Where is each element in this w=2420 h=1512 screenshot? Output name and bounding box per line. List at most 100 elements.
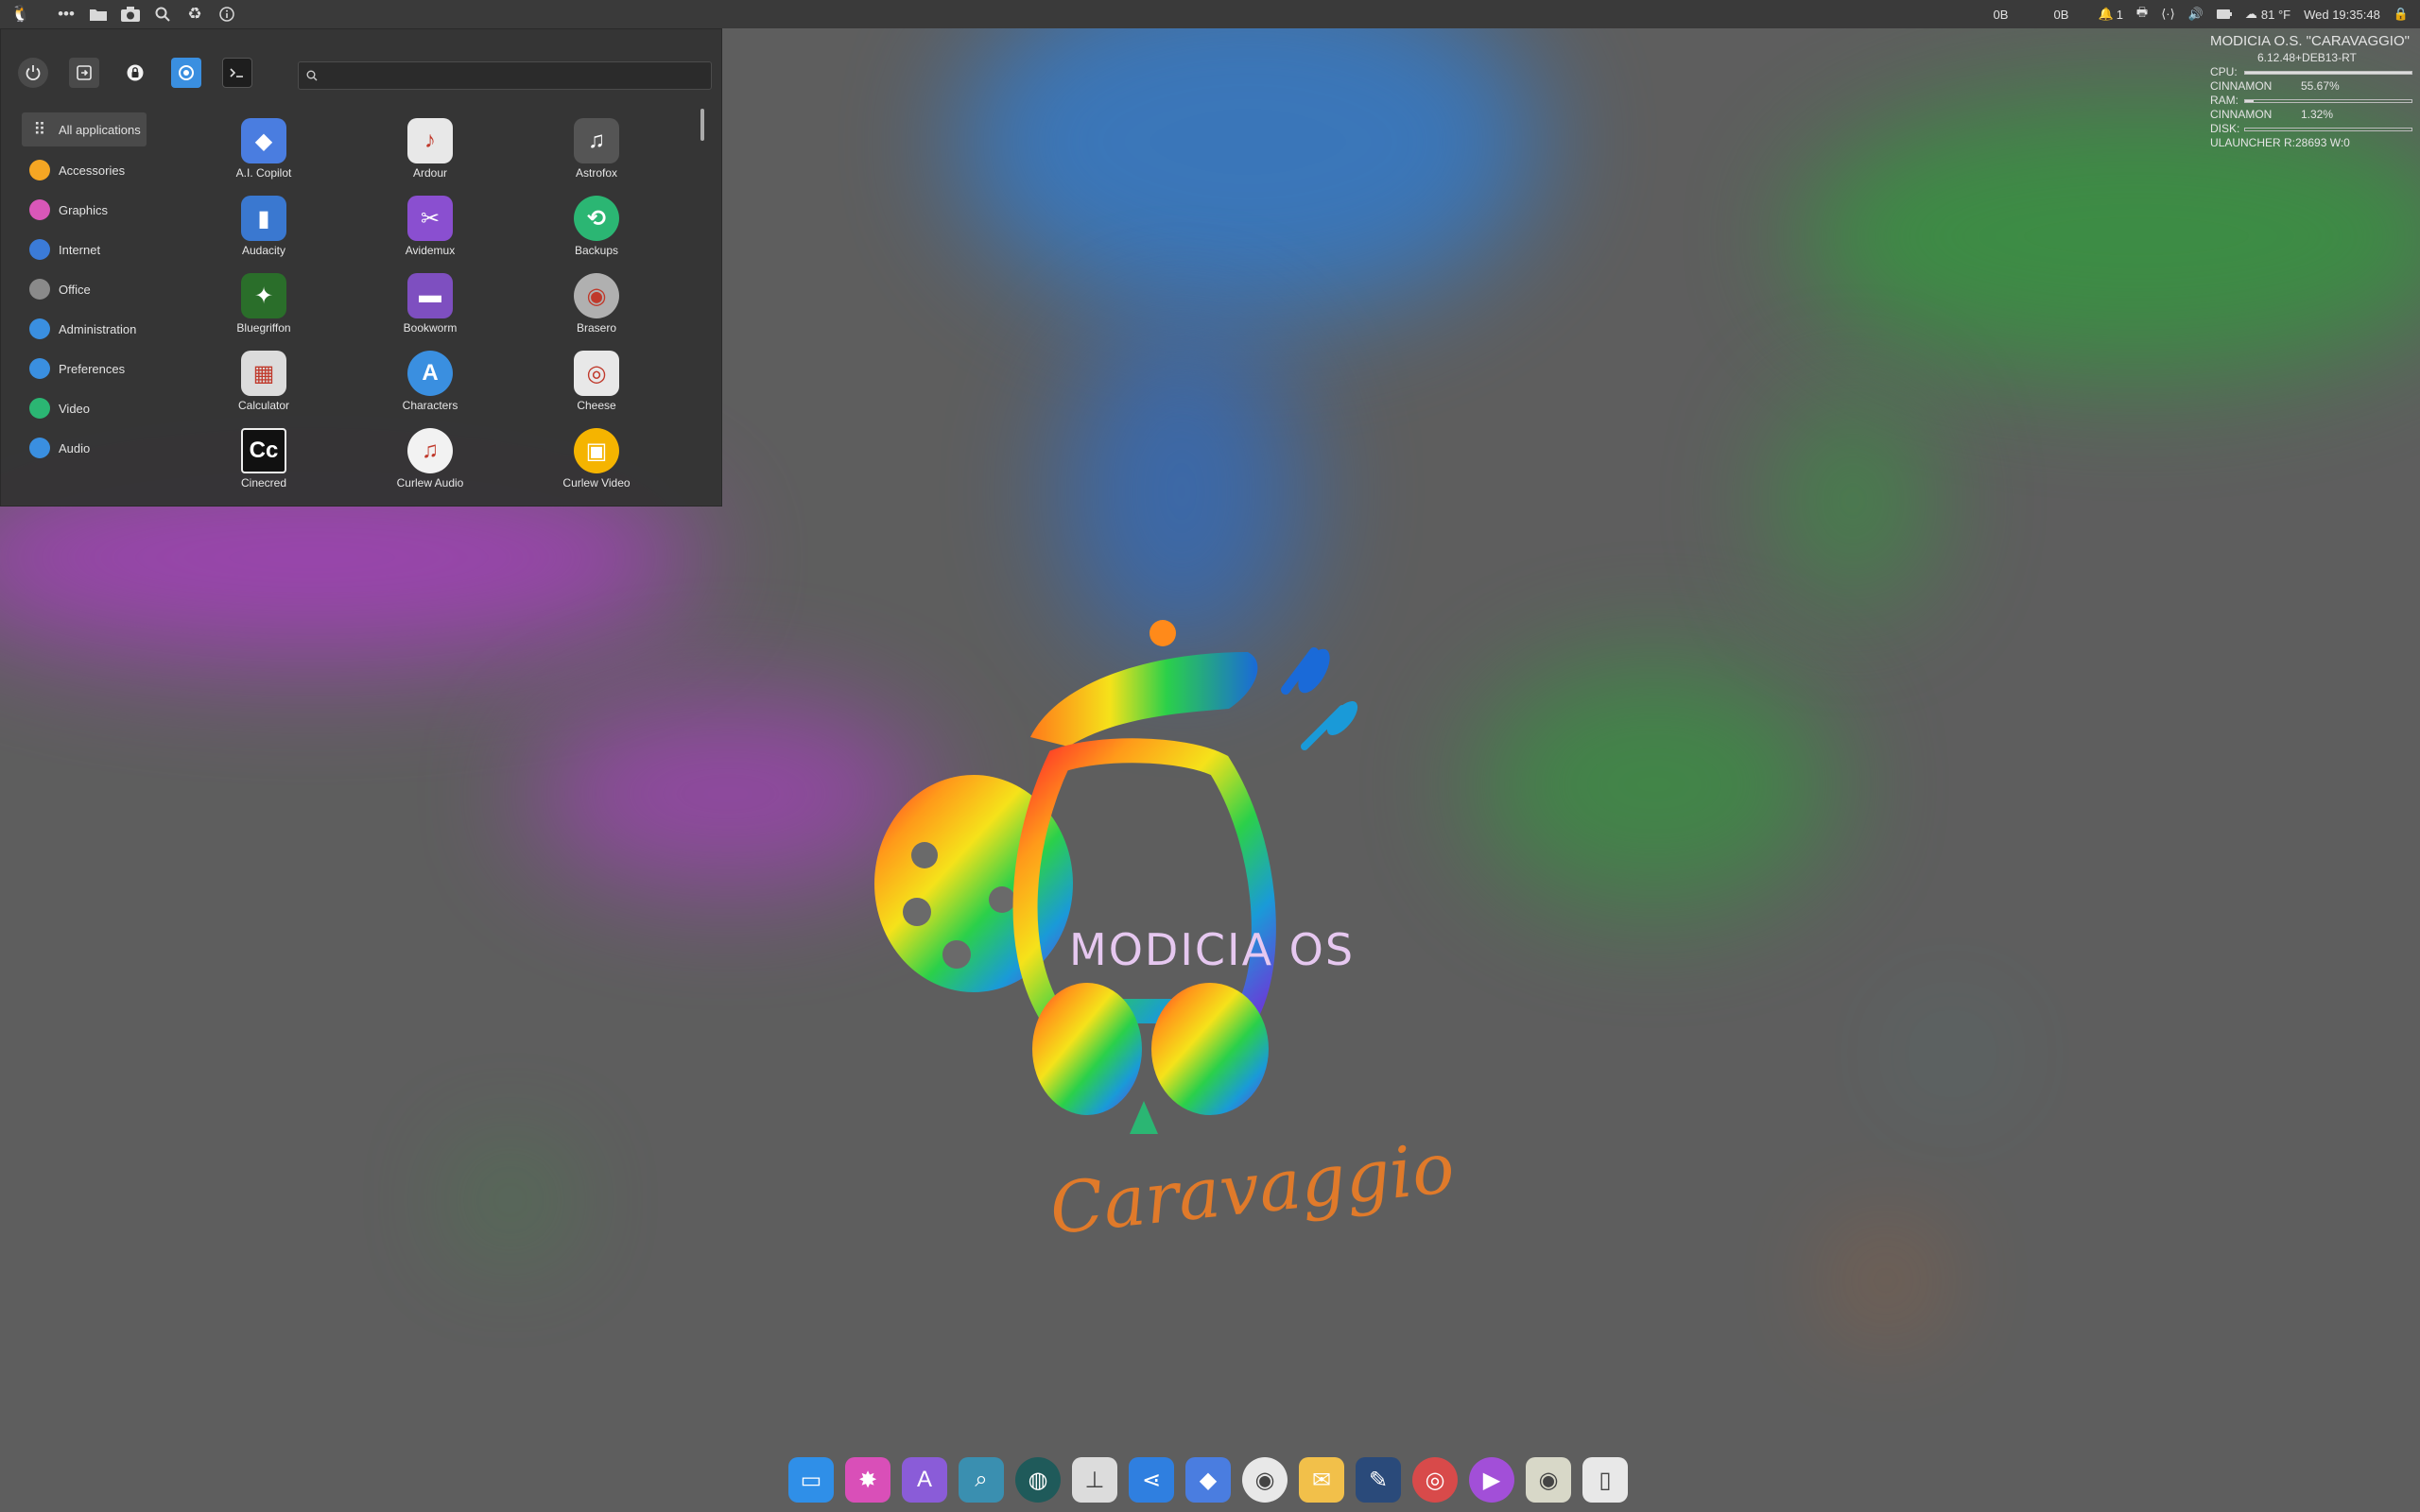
app-curlew-video[interactable]: ▣ Curlew Video	[513, 422, 680, 500]
weather-applet[interactable]: ☁ 81 °F	[2245, 7, 2290, 22]
app-label: Curlew Audio	[396, 476, 464, 490]
lock-icon[interactable]: 🔒	[2394, 7, 2409, 22]
system-settings-button[interactable]	[171, 58, 201, 88]
ardour-icon: ♪	[407, 118, 453, 163]
dock-image-viewer-icon[interactable]: ⌕	[959, 1457, 1004, 1503]
app-curlew-audio[interactable]: ♫ Curlew Audio	[347, 422, 513, 500]
menu-search-field[interactable]	[298, 61, 712, 90]
bookworm-icon: ▬	[407, 273, 453, 318]
lock-screen-button[interactable]	[120, 58, 150, 88]
category-graphics[interactable]: Graphics	[22, 190, 147, 230]
battery-icon[interactable]	[2216, 8, 2232, 22]
dots-icon[interactable]: •••	[55, 3, 78, 26]
screenshot-icon[interactable]	[119, 3, 142, 26]
app-audacity[interactable]: ▮ Audacity	[181, 190, 347, 267]
info-icon[interactable]	[216, 3, 238, 26]
dock-settings-tweaks-icon[interactable]: ⊥	[1072, 1457, 1117, 1503]
lock-icon	[127, 64, 144, 81]
category-preferences[interactable]: Preferences	[22, 349, 147, 388]
category-label: Internet	[59, 242, 101, 257]
top-panel: 🐧 ••• ♻ 0B 0B 🔔 1 🖶 ⟨·⟩ 🔊 ☁ 81 °F Wed 19…	[0, 0, 2420, 28]
app-cinecred[interactable]: Cc Cinecred	[181, 422, 347, 500]
app-label: Bluegriffon	[236, 321, 291, 335]
ram-process-name: CINNAMON	[2210, 108, 2273, 121]
app-a-i-copilot[interactable]: ◆ A.I. Copilot	[181, 112, 347, 190]
audacity-icon: ▮	[241, 196, 286, 241]
accessories-icon	[29, 160, 50, 180]
category-internet[interactable]: Internet	[22, 230, 147, 269]
app-label: Avidemux	[405, 244, 456, 257]
dock-copilot-icon[interactable]: ◆	[1185, 1457, 1231, 1503]
disk-label: DISK:	[2210, 122, 2240, 135]
dock-terminal-icon[interactable]: ◍	[1015, 1457, 1061, 1503]
printer-icon[interactable]: 🖶	[2136, 4, 2148, 25]
category-video[interactable]: Video	[22, 388, 147, 428]
menu-toolbar	[18, 58, 252, 88]
dock-text-editor-icon[interactable]: ✎	[1356, 1457, 1401, 1503]
dock-files-icon[interactable]: ▭	[788, 1457, 834, 1503]
logout-button[interactable]	[69, 58, 99, 88]
dock-media-player-icon[interactable]: ▶	[1469, 1457, 1514, 1503]
category-all-applications[interactable]: ⠿ All applications	[22, 112, 147, 146]
disk-bar	[2244, 127, 2412, 131]
app-astrofox[interactable]: ♫ Astrofox	[513, 112, 680, 190]
category-audio[interactable]: Audio	[22, 428, 147, 468]
notifications-applet[interactable]: 🔔 1	[2099, 7, 2123, 22]
dock-trash-icon[interactable]: ▯	[1582, 1457, 1628, 1503]
folder-icon[interactable]	[87, 3, 110, 26]
dock-software-store-icon[interactable]: A	[902, 1457, 947, 1503]
recycle-icon[interactable]: ♻	[183, 3, 206, 26]
logout-icon	[77, 65, 92, 80]
category-accessories[interactable]: Accessories	[22, 150, 147, 190]
app-label: Backups	[574, 244, 619, 257]
terminal-button[interactable]	[222, 58, 252, 88]
administration-icon	[29, 318, 50, 339]
cpu-process-name: CINNAMON	[2210, 79, 2273, 93]
app-label: Bookworm	[403, 321, 458, 335]
dock-chrome-icon[interactable]: ◉	[1242, 1457, 1288, 1503]
app-calculator[interactable]: ▦ Calculator	[181, 345, 347, 422]
cpu-label: CPU:	[2210, 65, 2238, 78]
category-label: Audio	[59, 440, 91, 455]
dock-camera-app-icon[interactable]: ◎	[1412, 1457, 1458, 1503]
app-cheese[interactable]: ◎ Cheese	[513, 345, 680, 422]
clock[interactable]: Wed 19:35:48	[2304, 8, 2380, 22]
dock: ▭ ✸ A ⌕ ◍ ⊥ ⋖ ◆ ◉ ✉ ✎ ◎ ▶ ◉ ▯	[788, 1453, 1628, 1506]
category-office[interactable]: Office	[22, 269, 147, 309]
dock-mail-icon[interactable]: ✉	[1299, 1457, 1344, 1503]
app-label: Brasero	[576, 321, 617, 335]
app-bookworm[interactable]: ▬ Bookworm	[347, 267, 513, 345]
category-label: Accessories	[59, 163, 126, 178]
dock-speaker-icon[interactable]: ◉	[1526, 1457, 1571, 1503]
category-label: All applications	[59, 122, 141, 137]
menu-scrollbar[interactable]	[700, 109, 704, 141]
net-up-speed: 0B	[2053, 7, 2069, 22]
network-icon[interactable]: ⟨·⟩	[2161, 7, 2174, 22]
penguin-menu-icon[interactable]: 🐧	[9, 3, 32, 26]
cheese-icon: ◎	[574, 351, 619, 396]
settings-icon	[179, 65, 194, 80]
app-avidemux[interactable]: ✂ Avidemux	[347, 190, 513, 267]
cpu-process-value: 55.67%	[2301, 79, 2340, 93]
bluegriffon-icon: ✦	[241, 273, 286, 318]
menu-search-input[interactable]	[325, 68, 703, 83]
volume-icon[interactable]: 🔊	[2188, 7, 2204, 22]
app-brasero[interactable]: ◉ Brasero	[513, 267, 680, 345]
app-backups[interactable]: ⟲ Backups	[513, 190, 680, 267]
power-button[interactable]	[18, 58, 48, 88]
dock-share-icon[interactable]: ⋖	[1129, 1457, 1174, 1503]
search-icon[interactable]	[151, 3, 174, 26]
app-bluegriffon[interactable]: ✦ Bluegriffon	[181, 267, 347, 345]
cpu-bar	[2244, 70, 2412, 75]
app-ardour[interactable]: ♪ Ardour	[347, 112, 513, 190]
bell-icon: 🔔	[2098, 7, 2114, 21]
globe-icon	[29, 239, 50, 260]
audio-icon	[29, 438, 50, 458]
category-administration[interactable]: Administration	[22, 309, 147, 349]
application-grid: ◆ A.I. Copilot ♪ Ardour ♫ Astrofox ▮ Audacity ✂ A…	[181, 112, 691, 500]
office-icon	[29, 279, 50, 300]
temperature: 81 °F	[2260, 7, 2291, 22]
dock-color-picker-icon[interactable]: ✸	[845, 1457, 890, 1503]
app-characters[interactable]: A Characters	[347, 345, 513, 422]
category-label: Administration	[59, 321, 137, 336]
